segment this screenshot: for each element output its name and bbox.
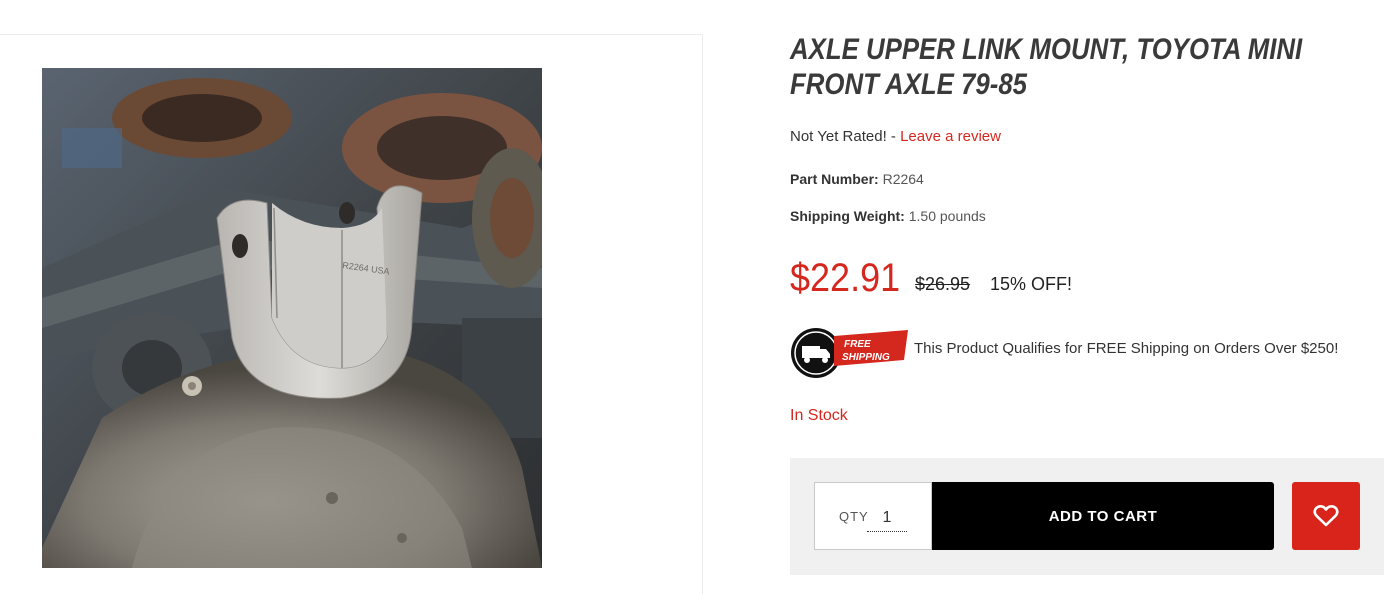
discount-label: 15% OFF! [990, 274, 1073, 294]
part-number-value: R2264 [882, 171, 924, 187]
badge-shipping-text: SHIPPING [842, 352, 890, 363]
part-number-row: Part Number: R2264 [790, 171, 924, 187]
leave-review-link[interactable]: Leave a review [900, 128, 1001, 145]
rating-text: Not Yet Rated! - [790, 128, 901, 145]
quantity-input[interactable] [867, 505, 907, 532]
add-to-cart-button[interactable]: ADD TO CART [932, 482, 1274, 550]
badge-free-text: FREE [844, 339, 871, 350]
qty-label: QTY [839, 509, 869, 524]
product-title: AXLE UPPER LINK MOUNT, TOYOTA MINI FRONT… [790, 33, 1303, 101]
free-shipping-badge-icon: FREE SHIPPING [791, 328, 908, 378]
product-photo-image: R2264 USA [42, 68, 542, 568]
quantity-box: QTY [814, 482, 932, 550]
product-image-panel: R2264 USA [0, 34, 703, 594]
heart-icon [1313, 504, 1339, 527]
shipping-weight-row: Shipping Weight: 1.50 pounds [790, 208, 986, 224]
add-to-cart-panel: QTY ADD TO CART [790, 458, 1384, 575]
wishlist-button[interactable] [1292, 482, 1360, 550]
part-number-label: Part Number: [790, 171, 879, 187]
original-price: $26.95 [915, 274, 971, 294]
stock-status: In Stock [790, 407, 848, 424]
sale-price: $22.91 [790, 256, 901, 300]
shipping-weight-label: Shipping Weight: [790, 208, 905, 224]
rating-row: Not Yet Rated! - Leave a review [790, 128, 1001, 145]
product-photo[interactable]: R2264 USA [42, 68, 542, 568]
shipping-weight-value: 1.50 pounds [908, 208, 986, 224]
free-shipping-text: This Product Qualifies for FREE Shipping… [914, 340, 1339, 357]
